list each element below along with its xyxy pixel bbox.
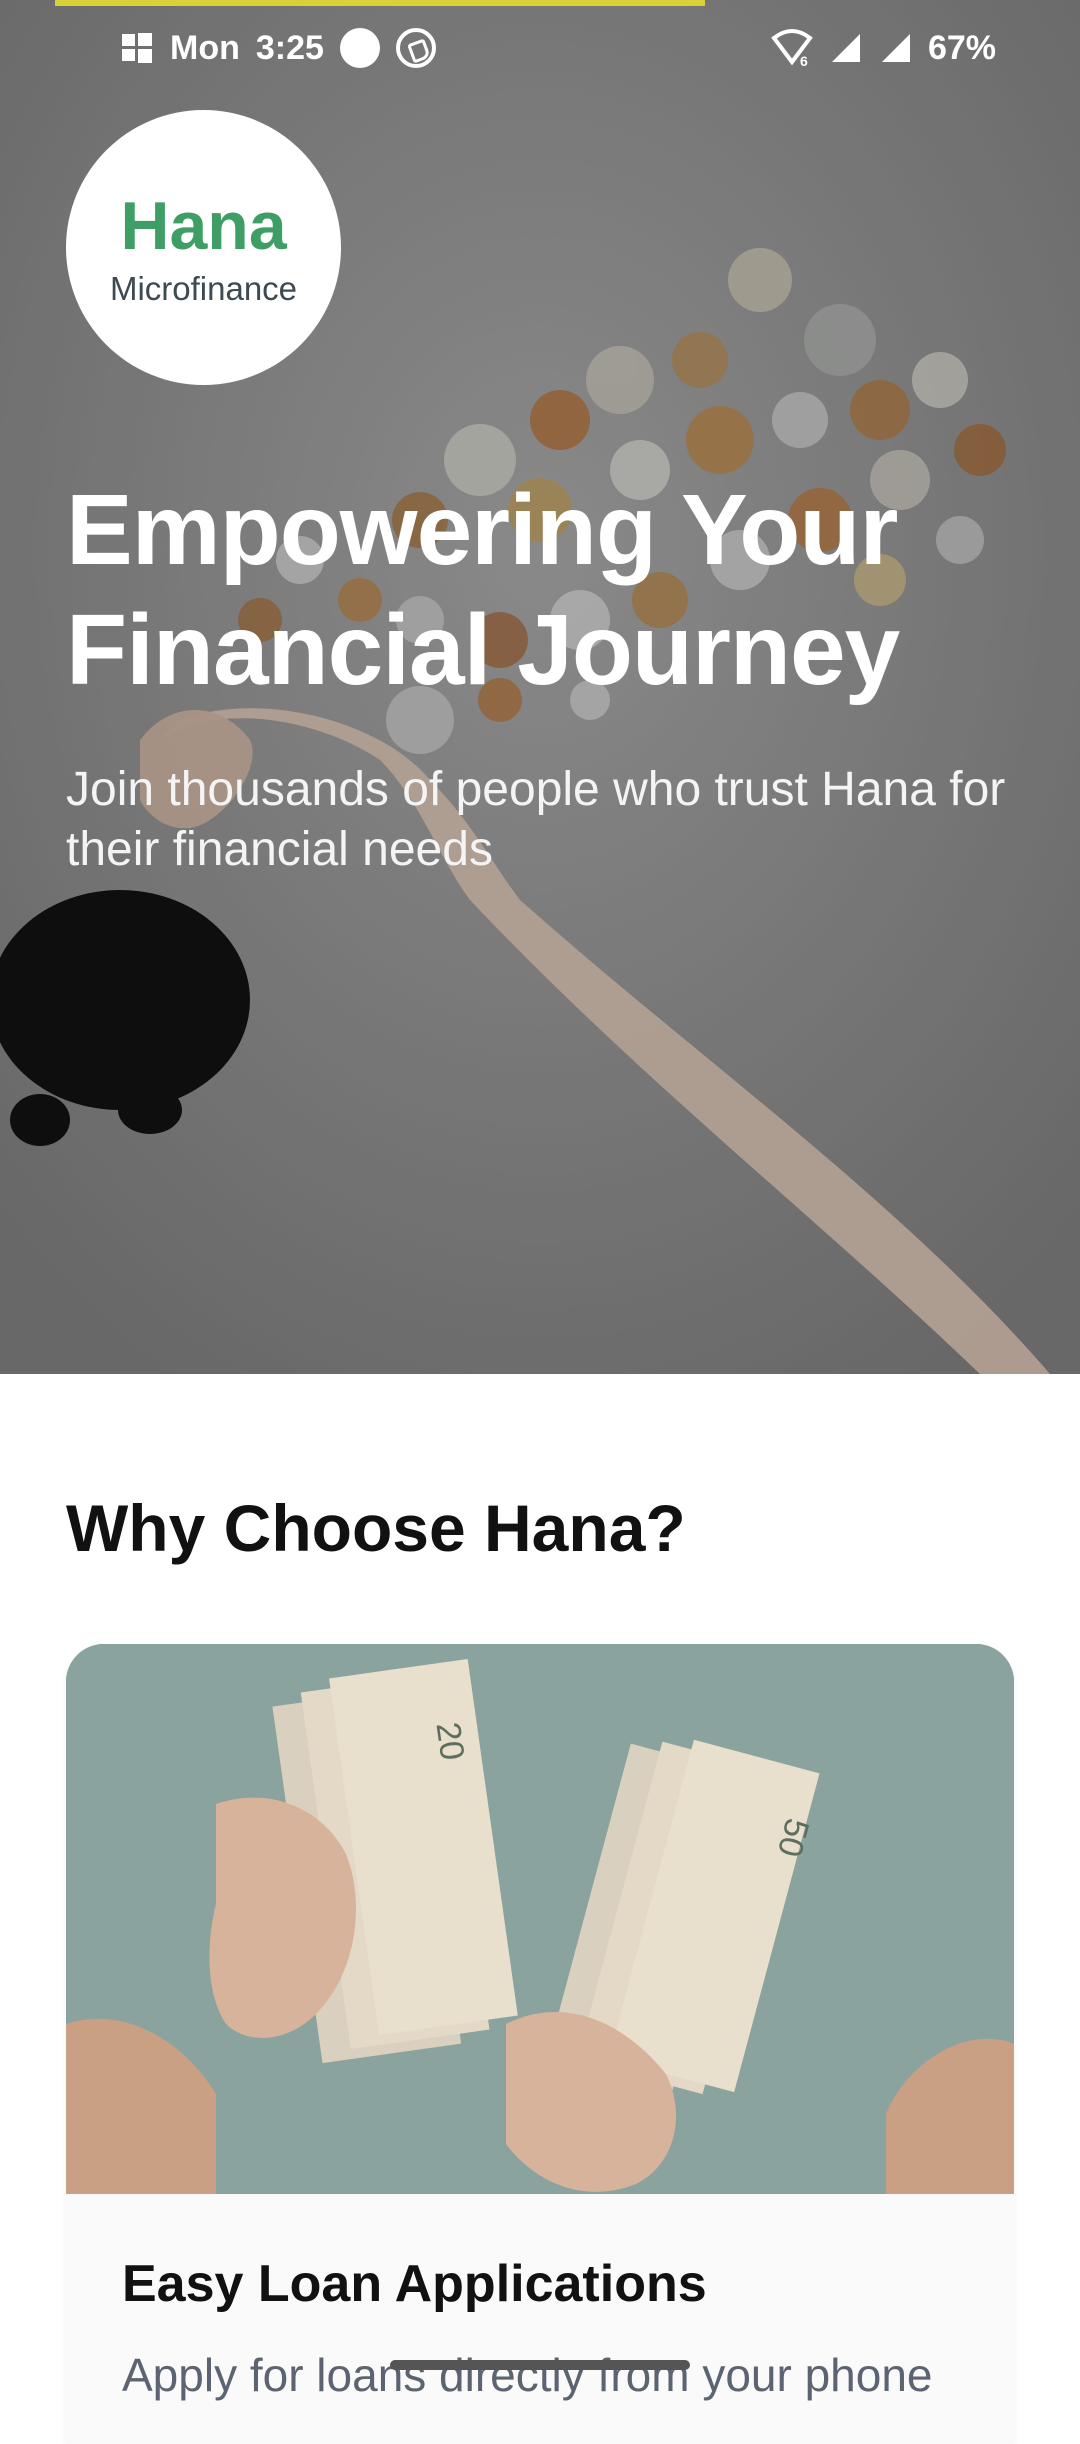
feature-card-description: Apply for loans directly from your phone (122, 2349, 933, 2401)
brand-subtitle: Microfinance (109, 269, 298, 307)
windows-icon (122, 33, 152, 63)
viber-icon (395, 28, 436, 68)
hero-subtitle: Join thousands of people who trust Hana … (66, 763, 1006, 876)
status-day: Mon (170, 28, 240, 67)
status-time: 3:25 (255, 28, 324, 67)
hero-title-line-1: Empowering Your (66, 474, 898, 586)
battery-level: 67% (927, 28, 996, 67)
status-bar: Mon 3:25 6 67% (0, 18, 1080, 82)
brand-name: Hana (120, 187, 287, 264)
hero-title-line-2: Financial Journey (66, 594, 900, 706)
feature-card[interactable]: 20 50 Easy Loan Applications (66, 1644, 1014, 2444)
signal-icon (831, 34, 860, 62)
feature-card-title: Easy Loan Applications (122, 2255, 707, 2313)
section-title: Why Choose Hana? (66, 1491, 686, 1565)
hero-title: Empowering Your Financial Journey (66, 470, 1046, 710)
wifi-icon: 6 (771, 29, 813, 68)
record-dot-icon (339, 28, 380, 68)
top-accent-bar (55, 0, 705, 6)
feature-card-image: 20 50 (66, 1644, 1014, 2194)
svg-text:6: 6 (800, 53, 808, 68)
home-indicator[interactable] (390, 2360, 690, 2370)
svg-text:20: 20 (428, 1720, 471, 1763)
brand-logo: Hana Microfinance (66, 110, 341, 385)
signal-icon-2 (881, 34, 910, 62)
